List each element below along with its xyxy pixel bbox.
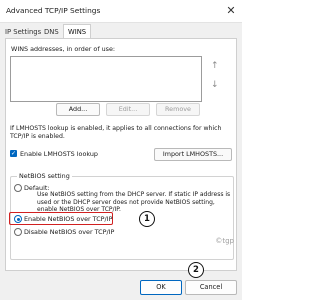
enable-lmhosts-checkbox[interactable]: ✓ (10, 150, 17, 157)
disable-netbios-label: Disable NetBIOS over TCP/IP (24, 228, 115, 236)
step-badge-2: 2 (188, 262, 204, 278)
window-title: Advanced TCP/IP Settings (6, 6, 101, 15)
cancel-button[interactable]: Cancel (185, 280, 237, 295)
wins-tab-panel: WINS addresses, in order of use: ↑ ↓ Add… (5, 38, 237, 271)
netbios-setting-group: NetBIOS setting Default: Use NetBIOS set… (9, 172, 234, 260)
close-icon[interactable]: ✕ (220, 0, 242, 22)
move-up-icon[interactable]: ↑ (211, 61, 219, 71)
enable-netbios-radio[interactable] (14, 215, 22, 223)
enable-netbios-label: Enable NetBIOS over TCP/IP (24, 215, 113, 223)
tab-ip-settings[interactable]: IP Settings (5, 26, 41, 38)
wins-address-list[interactable] (10, 56, 202, 102)
watermark: ©tgp (215, 237, 234, 245)
default-radio[interactable] (14, 184, 22, 192)
advanced-tcpip-settings-window: Advanced TCP/IP Settings ✕ IP Settings D… (0, 0, 242, 300)
import-lmhosts-button[interactable]: Import LMHOSTS... (154, 148, 232, 161)
add-button[interactable]: Add... (56, 103, 100, 116)
step-badge-1: 1 (139, 211, 155, 227)
remove-button[interactable]: Remove (156, 103, 200, 116)
disable-netbios-radio[interactable] (14, 228, 22, 236)
ok-button[interactable]: OK (140, 280, 182, 295)
tab-wins[interactable]: WINS (63, 24, 92, 39)
move-down-icon[interactable]: ↓ (211, 80, 219, 90)
tab-dns[interactable]: DNS (44, 26, 59, 38)
wins-list-label: WINS addresses, in order of use: (11, 45, 116, 53)
lmhosts-note: If LMHOSTS lookup is enabled, it applies… (10, 125, 222, 140)
default-description: Use NetBIOS setting from the DHCP server… (37, 191, 231, 214)
title-bar: Advanced TCP/IP Settings ✕ (0, 0, 242, 23)
enable-lmhosts-label: Enable LMHOSTS lookup (20, 150, 98, 158)
netbios-group-title: NetBIOS setting (17, 172, 72, 180)
edit-button[interactable]: Edit... (106, 103, 150, 116)
